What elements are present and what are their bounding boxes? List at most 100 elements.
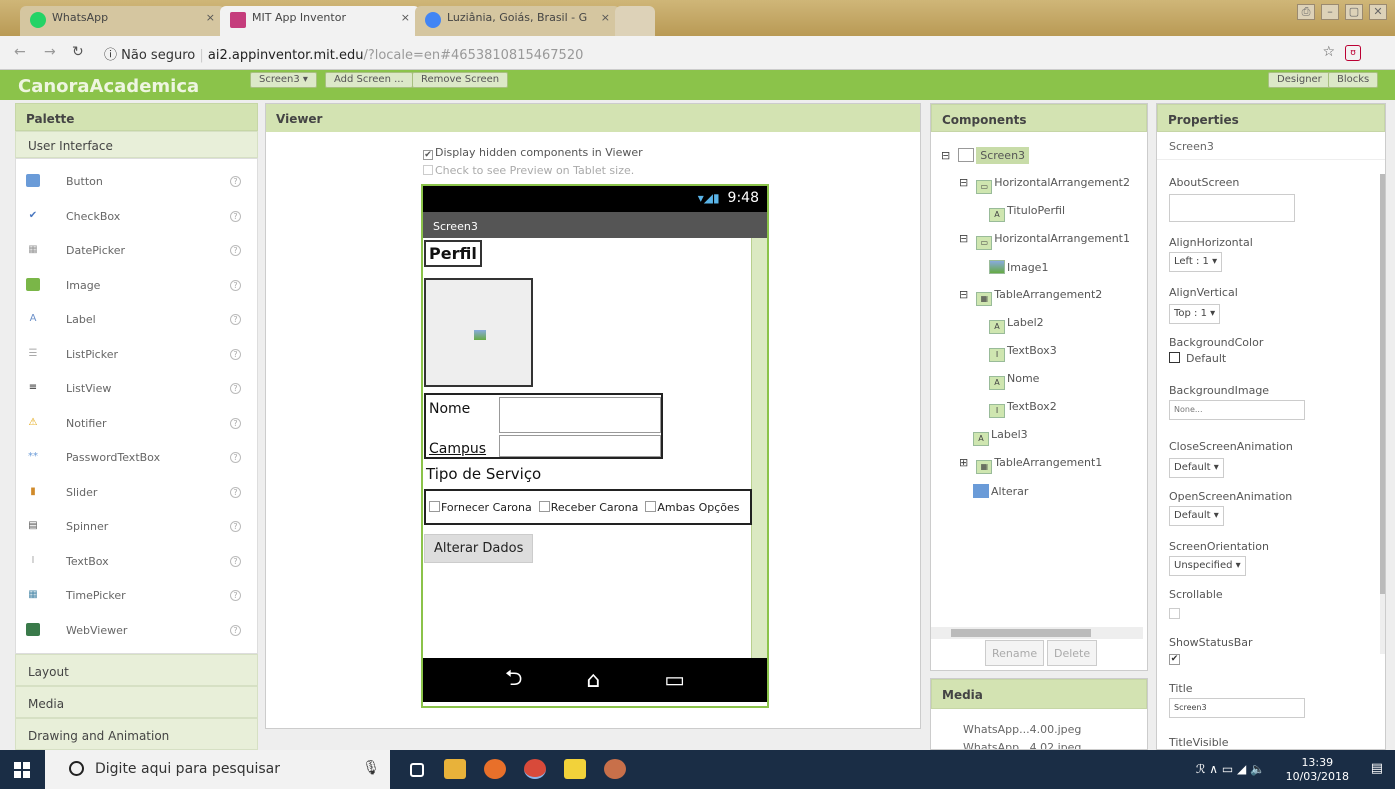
close-animation-select[interactable]: Default ▾ xyxy=(1169,458,1224,478)
tablet-preview-checkbox[interactable]: Check to see Preview on Tablet size. xyxy=(423,164,634,177)
app-icon[interactable] xyxy=(604,759,626,779)
file-explorer-icon[interactable] xyxy=(444,759,466,779)
palette-item-label[interactable]: A Label? xyxy=(16,303,257,338)
expand-icon[interactable]: ⊞ xyxy=(959,456,968,469)
help-icon[interactable]: ? xyxy=(230,590,241,601)
component-image1[interactable]: Image1 xyxy=(989,260,1048,274)
designer-button[interactable]: Designer xyxy=(1268,72,1331,88)
palette-item-spinner[interactable]: ▤ Spinner? xyxy=(16,510,257,545)
component-textbox2[interactable]: I TextBox2 xyxy=(989,400,1057,418)
show-status-bar-checkbox[interactable]: ✔ xyxy=(1169,654,1180,665)
scrollable-checkbox[interactable] xyxy=(1169,608,1180,619)
extension-icon[interactable]: ʊ xyxy=(1345,45,1361,61)
palette-item-timepicker[interactable]: ▦ TimePicker? xyxy=(16,579,257,614)
close-tab-icon[interactable]: × xyxy=(401,11,410,24)
tab-app-inventor[interactable]: MIT App Inventor × xyxy=(220,6,420,36)
sticky-notes-icon[interactable] xyxy=(564,759,586,779)
checkbox-icon[interactable] xyxy=(538,501,550,512)
help-icon[interactable]: ? xyxy=(230,555,241,567)
tab-whatsapp[interactable]: WhatsApp × xyxy=(20,6,225,36)
properties-scrollbar[interactable] xyxy=(1380,174,1385,654)
help-icon[interactable]: ? xyxy=(230,383,241,394)
alterar-dados-button[interactable]: Alterar Dados xyxy=(424,534,534,563)
rename-button[interactable]: Rename xyxy=(985,640,1045,666)
remove-screen-button[interactable]: Remove Screen xyxy=(412,72,509,88)
collapse-icon[interactable]: ⊟ xyxy=(941,149,950,162)
image1[interactable] xyxy=(424,278,533,387)
palette-item-image[interactable]: Image? xyxy=(16,269,257,304)
taskbar-clock[interactable]: 13:39 10/03/2018 xyxy=(1286,756,1349,784)
help-icon[interactable]: ? xyxy=(230,486,241,498)
palette-item-listview[interactable]: ≡ ListView? xyxy=(16,372,257,407)
firefox-icon[interactable] xyxy=(484,759,506,779)
open-animation-select[interactable]: Default ▾ xyxy=(1169,506,1224,526)
component-textbox3[interactable]: I TextBox3 xyxy=(989,344,1057,362)
help-icon[interactable]: ? xyxy=(230,521,241,532)
bookmark-star-icon[interactable]: ☆ xyxy=(1322,44,1335,60)
notification-icon[interactable]: ▤ xyxy=(1371,761,1383,776)
palette-item-datepicker[interactable]: ▦ DatePicker? xyxy=(16,234,257,269)
tipo-servico-label[interactable]: Tipo de Serviço xyxy=(426,465,541,483)
display-hidden-checkbox[interactable]: ✔ Display hidden components in Viewer xyxy=(423,146,643,160)
forward-icon[interactable]: → xyxy=(44,44,56,60)
component-nome[interactable]: A Nome xyxy=(989,372,1039,390)
add-screen-button[interactable]: Add Screen ... xyxy=(325,72,413,88)
receber-carona-checkbox[interactable]: Receber Carona xyxy=(551,501,639,514)
system-tray-icons[interactable]: ℛ ∧ ▭ ◢ 🔈 xyxy=(1196,762,1265,776)
checkbox-icon[interactable] xyxy=(429,501,440,512)
component-tablearrangement1[interactable]: ⊞ ▦ TableArrangement1 xyxy=(959,456,1102,474)
section-media[interactable]: Media xyxy=(15,686,258,718)
component-tituloperfil[interactable]: A TituloPerfil xyxy=(989,204,1065,222)
media-file[interactable]: WhatsApp...4.02.jpeg xyxy=(963,741,1081,749)
fornecer-carona-checkbox[interactable]: Fornecer Carona xyxy=(441,501,532,514)
section-user-interface[interactable]: User Interface xyxy=(15,131,258,158)
task-view-icon[interactable] xyxy=(410,763,424,777)
campus-label[interactable]: Campus xyxy=(429,441,486,457)
scroll-thumb[interactable] xyxy=(1380,174,1385,594)
title-field[interactable]: Screen3 xyxy=(1169,698,1305,718)
profile-icon[interactable]: ⎙ xyxy=(1297,4,1315,20)
align-horizontal-select[interactable]: Left : 1 ▾ xyxy=(1169,252,1223,272)
component-tablearrangement2[interactable]: ⊟ ▦ TableArrangement2 xyxy=(959,288,1102,306)
background-image-field[interactable]: None... xyxy=(1169,400,1305,420)
section-drawing-animation[interactable]: Drawing and Animation xyxy=(15,718,258,750)
palette-item-listpicker[interactable]: ☰ ListPicker? xyxy=(16,338,257,373)
about-screen-textarea[interactable] xyxy=(1169,194,1295,222)
palette-item-notifier[interactable]: ⚠ Notifier? xyxy=(16,407,257,442)
nome-label[interactable]: Nome xyxy=(429,401,470,417)
section-layout[interactable]: Layout xyxy=(15,654,258,686)
help-icon[interactable]: ? xyxy=(230,452,241,463)
maximize-icon[interactable]: ▢ xyxy=(1345,4,1363,20)
help-icon[interactable]: ? xyxy=(230,417,241,429)
palette-item-checkbox[interactable]: ✔ CheckBox? xyxy=(16,200,257,235)
campus-textbox[interactable] xyxy=(499,435,661,457)
tab-google[interactable]: Luziânia, Goiás, Brasil - G × xyxy=(415,6,620,36)
new-tab-button[interactable] xyxy=(615,6,655,36)
component-label3[interactable]: A Label3 xyxy=(973,428,1028,446)
palette-item-slider[interactable]: ▮ Slider? xyxy=(16,476,257,511)
back-icon[interactable]: ← xyxy=(14,44,26,60)
component-horizontalarrangement2[interactable]: ⊟ ▭ HorizontalArrangement2 xyxy=(959,176,1130,194)
palette-item-passwordtextbox[interactable]: ** PasswordTextBox? xyxy=(16,441,257,476)
help-icon[interactable]: ? xyxy=(230,210,241,222)
blocks-button[interactable]: Blocks xyxy=(1328,72,1379,88)
table-arrangement[interactable]: Nome Campus xyxy=(424,393,663,459)
background-color-value[interactable]: Default xyxy=(1169,352,1226,365)
info-icon[interactable]: ⓘ xyxy=(104,48,117,63)
scroll-thumb[interactable] xyxy=(951,629,1091,637)
url-field[interactable]: ⓘ Não seguro | ai2.appinventor.mit.edu/?… xyxy=(104,44,583,63)
palette-item-webviewer[interactable]: WebViewer? xyxy=(16,614,257,649)
screen-orientation-select[interactable]: Unspecified ▾ xyxy=(1169,556,1246,576)
screen-select-button[interactable]: Screen3 ▾ xyxy=(250,72,317,88)
taskbar-search[interactable]: Digite aqui para pesquisar 🎙 xyxy=(45,750,390,789)
align-vertical-select[interactable]: Top : 1 ▾ xyxy=(1169,304,1221,324)
help-icon[interactable]: ? xyxy=(230,176,241,187)
windows-start-icon[interactable] xyxy=(14,762,30,778)
help-icon[interactable]: ? xyxy=(230,624,241,636)
palette-item-textbox[interactable]: I TextBox? xyxy=(16,545,257,580)
collapse-icon[interactable]: ⊟ xyxy=(959,176,968,189)
nome-textbox[interactable] xyxy=(499,397,661,433)
ambas-opcoes-checkbox[interactable]: Ambas Opções xyxy=(657,501,739,514)
close-tab-icon[interactable]: × xyxy=(206,11,215,24)
help-icon[interactable]: ? xyxy=(230,279,241,291)
